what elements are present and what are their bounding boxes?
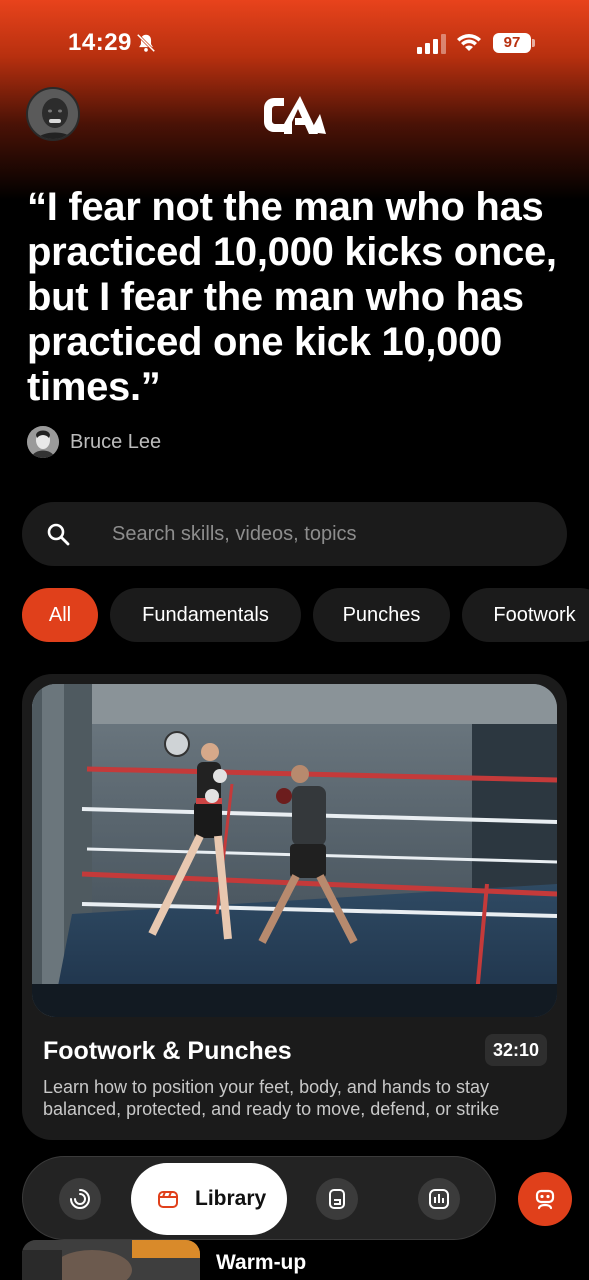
- app-logo: [264, 96, 326, 134]
- chip-all[interactable]: All: [22, 588, 98, 642]
- tab-stats[interactable]: [418, 1178, 460, 1220]
- progress-icon: [70, 1189, 90, 1209]
- wifi-icon: [457, 34, 481, 51]
- chip-punches[interactable]: Punches: [313, 588, 450, 642]
- tab-library-label: Library: [195, 1187, 267, 1210]
- video-description: Learn how to position your feet, body, a…: [43, 1077, 500, 1119]
- battery-level: 97: [503, 34, 521, 51]
- motivational-quote: “I fear not the man who has practiced 10…: [27, 185, 557, 409]
- assistant-button[interactable]: [518, 1172, 572, 1226]
- robot-icon: [535, 1189, 555, 1210]
- profile-avatar[interactable]: [26, 87, 80, 141]
- tab-progress[interactable]: [59, 1178, 101, 1220]
- tab-library[interactable]: Library: [131, 1163, 287, 1235]
- library-icon: [158, 1191, 178, 1208]
- search-icon: [47, 523, 70, 546]
- battery-indicator: 97: [493, 33, 535, 53]
- video-title: Footwork & Punches: [43, 1037, 292, 1065]
- cellular-signal-icon: [417, 34, 446, 54]
- boxing-ring-image: [32, 684, 557, 1017]
- bottom-tab-bar: Library: [22, 1156, 496, 1240]
- tab-drills[interactable]: [316, 1178, 358, 1220]
- search-bar[interactable]: [22, 502, 567, 566]
- next-video-title: Warm-up: [216, 1251, 307, 1274]
- battery-tip: [532, 39, 535, 47]
- video-card[interactable]: Footwork & Punches 32:10 Learn how to po…: [22, 674, 567, 1140]
- chip-footwork[interactable]: Footwork: [462, 588, 589, 642]
- status-time: 14:29: [68, 29, 132, 56]
- chip-fundamentals[interactable]: Fundamentals: [110, 588, 301, 642]
- next-video-thumbnail[interactable]: [22, 1240, 200, 1280]
- author-photo-icon: [27, 426, 59, 458]
- stats-icon: [429, 1189, 449, 1209]
- drills-icon: [329, 1189, 345, 1209]
- video-thumbnail[interactable]: [32, 684, 557, 1017]
- status-bar: 14:29 97: [0, 0, 589, 88]
- warmup-image: [22, 1240, 200, 1280]
- search-input[interactable]: [112, 502, 532, 566]
- author-avatar: [27, 426, 59, 458]
- bell-muted-icon: [136, 33, 156, 53]
- video-duration: 32:10: [485, 1034, 547, 1066]
- category-chips: All Fundamentals Punches Footwork: [22, 588, 589, 642]
- quote-author: Bruce Lee: [70, 431, 162, 453]
